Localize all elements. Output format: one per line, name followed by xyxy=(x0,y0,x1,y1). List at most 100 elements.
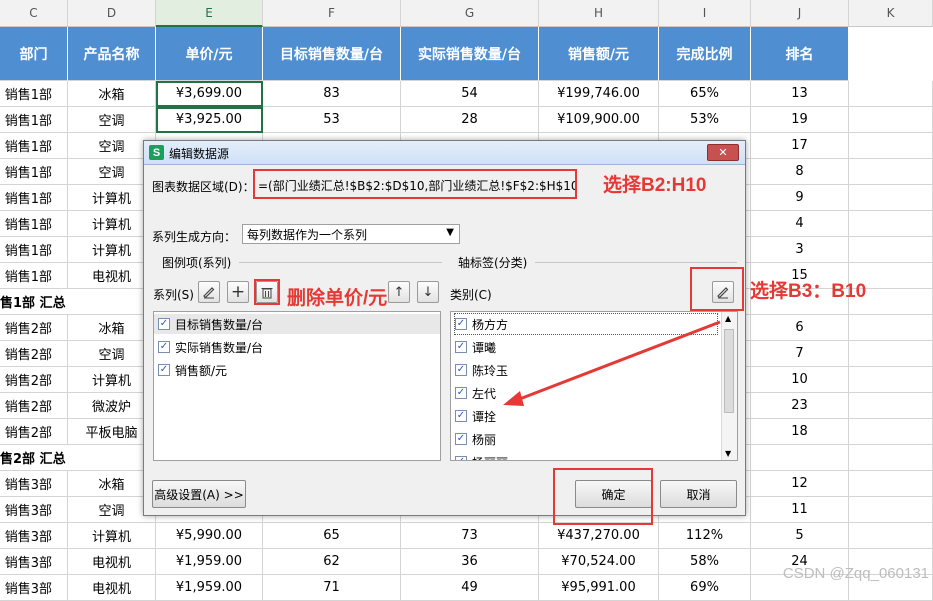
cell-dept[interactable]: 销售1部 xyxy=(0,133,68,159)
cell-rank[interactable]: 7 xyxy=(751,341,849,367)
category-item[interactable]: ✓ 陈玲玉 xyxy=(455,360,508,380)
cell-sales[interactable]: ¥199,746.00 xyxy=(539,81,659,107)
header-target[interactable]: 目标销售数量/台 xyxy=(263,27,401,81)
checkbox[interactable]: ✓ xyxy=(455,387,467,399)
cell-ratio[interactable]: 65% xyxy=(659,81,751,107)
category-item[interactable]: ✓ 杨丽丽 xyxy=(455,452,508,460)
cell-rank[interactable]: 6 xyxy=(751,315,849,341)
cell-rank[interactable]: 4 xyxy=(751,211,849,237)
cell-dept[interactable]: 销售2部 xyxy=(0,367,68,393)
checkbox[interactable]: ✓ xyxy=(455,341,467,353)
cell-dept[interactable]: 销售2部 xyxy=(0,393,68,419)
column-header-c[interactable]: C xyxy=(0,0,68,27)
cell-actual[interactable]: 36 xyxy=(401,549,539,575)
move-down-button[interactable]: ↓ xyxy=(417,281,439,303)
cell-product[interactable]: 计算机 xyxy=(68,523,156,549)
add-series-button[interactable]: + xyxy=(227,281,249,303)
checkbox[interactable]: ✓ xyxy=(158,341,170,353)
series-listbox[interactable]: ✓ 目标销售数量/台 ✓ 实际销售数量/台 ✓ 销售额/元 xyxy=(153,311,441,461)
cell-rank[interactable]: 17 xyxy=(751,133,849,159)
cell-price[interactable]: ¥1,959.00 xyxy=(156,549,263,575)
cell-target[interactable]: 83 xyxy=(263,81,401,107)
cell-k[interactable] xyxy=(849,341,933,367)
cell-sales[interactable]: ¥437,270.00 xyxy=(539,523,659,549)
checkbox[interactable]: ✓ xyxy=(158,364,170,376)
column-header-h[interactable]: H xyxy=(539,0,659,27)
direction-select[interactable]: 每列数据作为一个系列 ▼ xyxy=(242,224,460,244)
cell-price[interactable]: ¥5,990.00 xyxy=(156,523,263,549)
cell-dept[interactable]: 销售3部 xyxy=(0,575,68,601)
cell-dept[interactable]: 销售1部 xyxy=(0,81,68,107)
edit-series-button[interactable] xyxy=(198,281,220,303)
cell-ratio[interactable]: 53% xyxy=(659,107,751,133)
cell-dept[interactable]: 销售1部 xyxy=(0,211,68,237)
header-dept[interactable]: 部门 xyxy=(0,27,68,81)
cell-ratio[interactable]: 58% xyxy=(659,549,751,575)
cell-rank[interactable]: 5 xyxy=(751,523,849,549)
cell-dept[interactable]: 销售2部 xyxy=(0,341,68,367)
cell-rank[interactable]: 23 xyxy=(751,393,849,419)
category-scrollbar[interactable]: ▲ ▼ xyxy=(721,312,737,460)
cell-k[interactable] xyxy=(849,315,933,341)
header-product[interactable]: 产品名称 xyxy=(68,27,156,81)
cell-k[interactable] xyxy=(849,523,933,549)
category-item[interactable]: ✓ 谭曦 xyxy=(455,337,496,357)
cell-target[interactable]: 62 xyxy=(263,549,401,575)
cell-dept[interactable]: 销售3部 xyxy=(0,549,68,575)
cell-rank[interactable]: 9 xyxy=(751,185,849,211)
cell-dept[interactable]: 销售1部 xyxy=(0,237,68,263)
scroll-down-icon[interactable]: ▼ xyxy=(725,449,731,458)
cell-dept[interactable]: 销售2部 xyxy=(0,315,68,341)
header-actual[interactable]: 实际销售数量/台 xyxy=(401,27,539,81)
cell-dept[interactable]: 销售1部 xyxy=(0,185,68,211)
cell-k[interactable] xyxy=(849,107,933,133)
cell-ratio[interactable]: 69% xyxy=(659,575,751,601)
column-header-e[interactable]: E xyxy=(156,0,263,27)
cell-dept[interactable]: 销售1部 xyxy=(0,263,68,289)
checkbox[interactable]: ✓ xyxy=(455,433,467,445)
cell-target[interactable]: 65 xyxy=(263,523,401,549)
cell-rank[interactable]: 3 xyxy=(751,237,849,263)
cell-target[interactable]: 53 xyxy=(263,107,401,133)
column-header-i[interactable]: I xyxy=(659,0,751,27)
cell-dept[interactable]: 销售3部 xyxy=(0,497,68,523)
cell-k[interactable] xyxy=(849,185,933,211)
scroll-up-icon[interactable]: ▲ xyxy=(725,314,731,323)
cell-actual[interactable]: 49 xyxy=(401,575,539,601)
checkbox[interactable]: ✓ xyxy=(455,318,467,330)
cell-k[interactable] xyxy=(849,237,933,263)
category-item[interactable]: ✓ 谭拴 xyxy=(455,406,496,426)
cell-k[interactable] xyxy=(849,471,933,497)
checkbox[interactable]: ✓ xyxy=(455,364,467,376)
column-header-g[interactable]: G xyxy=(401,0,539,27)
cell-product[interactable]: 冰箱 xyxy=(68,81,156,107)
cell-dept[interactable]: 销售1部 xyxy=(0,107,68,133)
series-item[interactable]: ✓ 实际销售数量/台 xyxy=(158,337,263,357)
checkbox[interactable]: ✓ xyxy=(158,318,170,330)
series-item[interactable]: ✓ 目标销售数量/台 xyxy=(154,314,440,334)
cell-rank[interactable]: 8 xyxy=(751,159,849,185)
cell-price[interactable]: ¥3,699.00 xyxy=(156,81,263,107)
cell-sales[interactable]: ¥95,991.00 xyxy=(539,575,659,601)
dialog-titlebar[interactable]: S 编辑数据源 ✕ xyxy=(144,141,745,165)
cell-rank[interactable]: 12 xyxy=(751,471,849,497)
cell-product[interactable]: 电视机 xyxy=(68,549,156,575)
header-sales[interactable]: 销售额/元 xyxy=(539,27,659,81)
cell-dept[interactable]: 销售3部 xyxy=(0,471,68,497)
category-item[interactable]: ✓ 杨丽 xyxy=(455,429,496,449)
cell-k[interactable] xyxy=(849,159,933,185)
checkbox[interactable]: ✓ xyxy=(455,410,467,422)
cell-k[interactable] xyxy=(849,445,933,471)
cell-k[interactable] xyxy=(849,367,933,393)
advanced-settings-button[interactable]: 高级设置(A) >> xyxy=(152,480,246,508)
cell-actual[interactable]: 73 xyxy=(401,523,539,549)
cell-k[interactable] xyxy=(849,81,933,107)
category-item[interactable]: ✓ 左代 xyxy=(455,383,496,403)
series-item[interactable]: ✓ 销售额/元 xyxy=(158,360,227,380)
cell-k[interactable] xyxy=(849,393,933,419)
cell-dept[interactable]: 销售1部 xyxy=(0,159,68,185)
cell-actual[interactable]: 28 xyxy=(401,107,539,133)
scroll-thumb[interactable] xyxy=(724,329,734,413)
cell-rank[interactable]: 11 xyxy=(751,497,849,523)
cell-rank[interactable]: 19 xyxy=(751,107,849,133)
